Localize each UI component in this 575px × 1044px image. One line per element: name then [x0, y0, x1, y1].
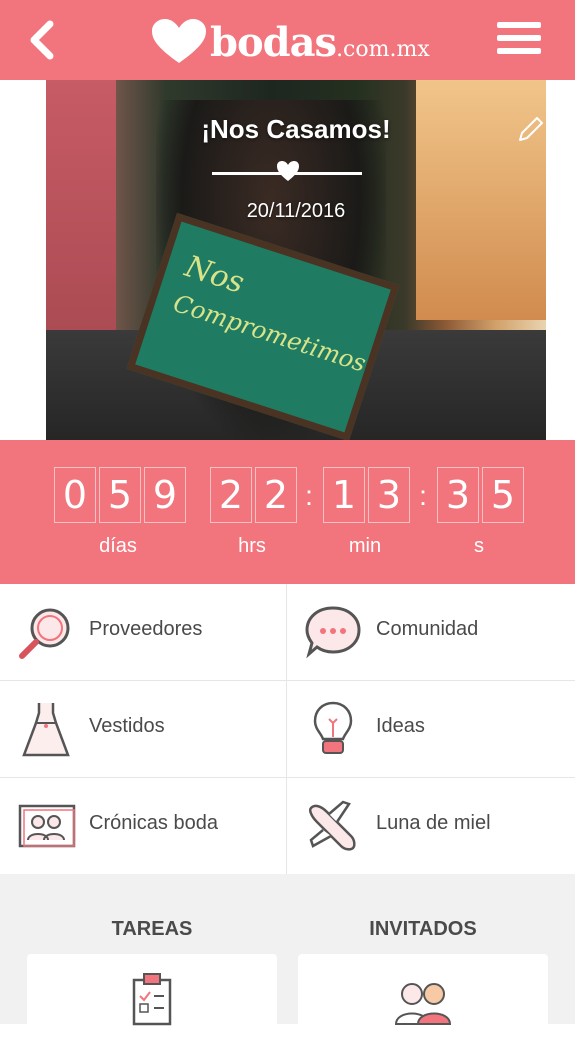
guests-icon [394, 983, 452, 1025]
menu-item-label: Comunidad [376, 618, 479, 640]
photo-couple-icon [18, 804, 76, 848]
top-bar: bodas .com.mx [0, 0, 575, 80]
minutes-digit-1: 1 [323, 467, 365, 523]
hours-digits: 2 2 [210, 467, 300, 523]
menu-item-luna-de-miel[interactable]: Luna de miel [287, 778, 575, 875]
days-digit-3: 9 [144, 467, 186, 523]
dress-icon [22, 703, 70, 757]
menu-item-proveedores[interactable]: Proveedores [0, 584, 286, 681]
clipboard-icon [132, 973, 172, 1026]
hours-digit-1: 2 [210, 467, 252, 523]
pencil-icon[interactable] [516, 114, 546, 144]
menu-item-comunidad[interactable]: Comunidad [287, 584, 575, 681]
menu-item-label: Vestidos [89, 715, 165, 737]
wedding-title: ¡Nos Casamos! [201, 114, 391, 144]
bodas-logo[interactable]: bodas .com.mx [150, 12, 430, 72]
menu-item-cronicas-boda[interactable]: Crónicas boda [0, 778, 286, 875]
colon-separator: : [305, 480, 313, 511]
chevron-left-icon [30, 20, 54, 60]
heart-logo-icon [152, 19, 206, 63]
menu-item-vestidos[interactable]: Vestidos [0, 681, 286, 778]
menu-item-label: Luna de miel [376, 812, 491, 834]
seconds-digit-1: 3 [437, 467, 479, 523]
bottom-panel: TAREAS INVITADOS [0, 874, 575, 1044]
logo-domain: .com.mx [336, 36, 430, 62]
guests-card[interactable] [298, 954, 548, 1044]
tasks-card[interactable] [27, 954, 277, 1044]
menu-item-label: Proveedores [89, 618, 203, 640]
logo-word: bodas [210, 18, 337, 66]
minutes-digit-2: 3 [368, 467, 410, 523]
magnifier-icon [19, 608, 70, 659]
colon-separator: : [419, 480, 427, 511]
menu-item-ideas[interactable]: Ideas [287, 681, 575, 778]
cover-photo: Nos Comprometimos ¡Nos Casamos! 20/11/20… [46, 80, 546, 440]
minutes-digits: 1 3 [323, 467, 413, 523]
grid-divider [286, 584, 287, 874]
days-digit-2: 5 [99, 467, 141, 523]
minutes-label: min [348, 535, 382, 557]
back-button[interactable] [22, 18, 66, 62]
chat-bubble-icon [305, 606, 361, 659]
countdown: 0 5 9 2 2 : 1 3 : 3 5 días hrs min s [0, 440, 575, 584]
menu-item-label: Ideas [376, 715, 425, 737]
seconds-digits: 3 5 [437, 467, 527, 523]
days-digits: 0 5 9 [54, 467, 189, 523]
hours-label: hrs [238, 535, 266, 557]
lightbulb-icon [313, 701, 353, 754]
seconds-label: s [474, 535, 484, 557]
days-digit-1: 0 [54, 467, 96, 523]
tasks-heading: TAREAS [111, 918, 193, 940]
heart-icon [277, 161, 299, 181]
airplane-icon [309, 800, 356, 851]
guests-heading: INVITADOS [369, 918, 477, 940]
hamburger-menu-icon[interactable] [497, 22, 541, 58]
hours-digit-2: 2 [255, 467, 297, 523]
wedding-date: 20/11/2016 [246, 200, 346, 222]
seconds-digit-2: 5 [482, 467, 524, 523]
menu-item-label: Crónicas boda [89, 812, 218, 834]
days-label: días [99, 535, 137, 557]
